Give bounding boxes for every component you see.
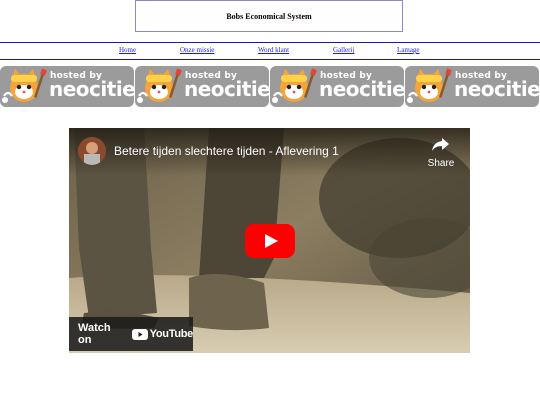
neocities-banner[interactable]: hosted by neocities [135,66,269,107]
youtube-logo-icon [131,328,148,340]
neocities-banner-row: hosted by neocities hosted by neocities [0,66,540,108]
nav-lamage-link[interactable]: Lamage [397,46,420,54]
nav-word-klant-link[interactable]: Word klant [258,46,289,54]
neocities-banner[interactable]: hosted by neocities [270,66,404,107]
neocities-cat-icon [272,68,317,103]
watch-on-youtube-button[interactable]: Watch on YouTube [69,317,193,351]
site-title: Bobs Economical System [226,11,312,21]
main-nav: Home Onze missie Word klant Gallerij Lam… [0,44,540,58]
nav-onze-missie-link[interactable]: Onze missie [180,46,214,54]
youtube-logo: YouTube [131,328,194,340]
youtube-play-icon [245,224,295,258]
channel-avatar[interactable] [78,137,106,165]
neocities-cat-icon [137,68,182,103]
neocities-banner[interactable]: hosted by neocities [0,66,134,107]
play-button[interactable] [245,224,295,258]
share-label: Share [427,158,455,169]
neocities-banner[interactable]: hosted by neocities [405,66,539,107]
video-title[interactable]: Betere tijden slechtere tijden - Aflever… [114,144,339,158]
youtube-wordmark: YouTube [149,328,194,340]
top-divider [0,42,540,43]
watch-on-label: Watch on [78,322,111,346]
neocities-cat-icon [2,68,47,103]
share-arrow-icon [432,138,449,151]
share-button[interactable]: Share [421,136,461,169]
neocities-cat-icon [407,68,452,103]
youtube-video-embed[interactable]: Betere tijden slechtere tijden - Aflever… [69,128,470,353]
nav-gallerij-link[interactable]: Gallerij [333,46,354,54]
site-title-box: Bobs Economical System [135,0,403,32]
bottom-divider [0,59,540,60]
nav-home-link[interactable]: Home [119,46,136,54]
